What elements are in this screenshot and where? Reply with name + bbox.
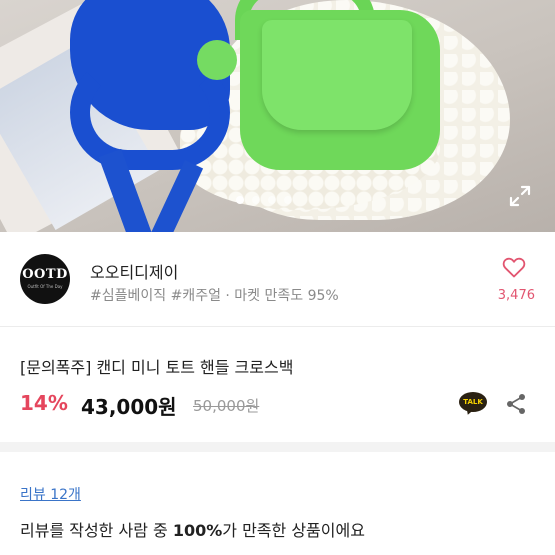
carousel-dot[interactable] [252,196,260,204]
share-icon[interactable] [505,393,527,415]
image-green-tag [197,40,237,80]
discount-rate: 14% [20,391,68,415]
original-price: 50,000원 [193,397,260,415]
seller-section[interactable]: OOTD Outfit Of The Day 오오티디제이 #심플베이직 #캐주… [0,232,555,327]
seller-name[interactable]: 오오티디제이 [90,259,178,283]
carousel-dot[interactable] [236,196,244,204]
sale-price: 43,000원 [81,395,177,419]
seller-tags: #심플베이직 #캐주얼 · 마켓 만족도 95% [90,288,339,304]
image-green-bag-flap [262,20,412,130]
kakaotalk-icon[interactable]: TALK [459,392,487,417]
review-summary: 리뷰를 작성한 사람 중 100%가 만족한 상품이에요 [20,517,365,541]
seller-avatar[interactable]: OOTD Outfit Of The Day [20,254,70,304]
carousel-dot[interactable] [268,196,276,204]
product-image-carousel[interactable] [0,0,555,232]
like-count: 3,476 [497,288,535,303]
heart-icon[interactable] [502,256,526,278]
review-summary-suffix: 가 만족한 상품이에요 [222,521,365,540]
product-title: [문의폭주] 캔디 미니 토트 핸들 크로스백 [20,358,294,377]
carousel-indicator [236,196,292,204]
talk-bubble-tail [464,406,474,417]
avatar-logo-subtext: Outfit Of The Day [27,284,63,289]
review-satisfaction-rate: 100% [172,521,223,540]
review-count-link[interactable]: 리뷰 12개 [20,484,81,504]
expand-icon[interactable] [508,184,532,208]
section-divider [0,442,555,452]
avatar-logo-text: OOTD [22,267,68,282]
carousel-dot[interactable] [284,196,292,204]
review-summary-prefix: 리뷰를 작성한 사람 중 [20,521,173,540]
